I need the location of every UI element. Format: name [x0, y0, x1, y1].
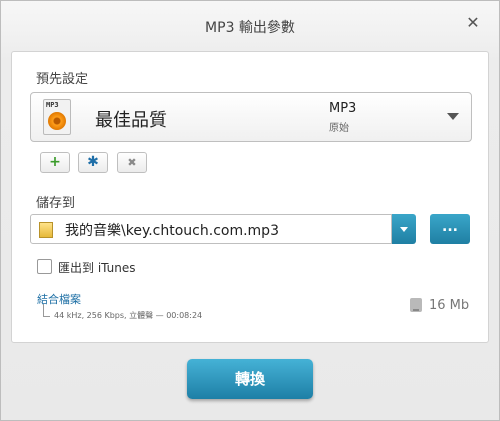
itunes-label: 匯出到 iTunes	[58, 261, 136, 275]
save-path-field[interactable]: 我的音樂\key.chtouch.com.mp3	[30, 214, 392, 244]
dialog-window: MP3 輸出參數 ✕ 預先設定 MP3 最佳品質 MP3 原始 + ✱ ✖ 儲存…	[0, 0, 500, 421]
browse-button[interactable]: ...	[430, 214, 470, 244]
title-bar: MP3 輸出參數 ✕	[1, 1, 499, 49]
folder-icon	[39, 222, 53, 238]
chevron-down-icon	[400, 227, 408, 232]
close-icon[interactable]: ✕	[463, 13, 483, 33]
tree-connector	[43, 304, 50, 317]
itunes-checkbox[interactable]	[37, 259, 52, 274]
add-preset-button[interactable]: +	[40, 152, 70, 173]
save-section-label: 儲存到	[36, 196, 76, 211]
hdd-icon	[410, 298, 422, 312]
preset-name: 最佳品質	[95, 110, 167, 131]
preset-section-label: 預先設定	[36, 72, 89, 87]
preset-subtitle: 原始	[329, 123, 349, 134]
audio-meta-info: 44 kHz, 256 Kbps, 立體聲 — 00:08:24	[54, 311, 203, 320]
output-size: 16 Mb	[429, 298, 470, 313]
preset-format: MP3	[329, 101, 357, 116]
disc-icon	[48, 112, 66, 130]
preset-settings-button[interactable]: ✱	[78, 152, 108, 173]
delete-preset-button[interactable]: ✖	[117, 152, 147, 173]
save-path-dropdown-button[interactable]	[392, 214, 416, 244]
settings-panel: 預先設定 MP3 最佳品質 MP3 原始 + ✱ ✖ 儲存到 我的音樂\key.…	[11, 51, 489, 343]
mp3-icon-tag: MP3	[46, 101, 59, 109]
convert-button[interactable]: 轉換	[187, 359, 313, 399]
preset-dropdown[interactable]: MP3 最佳品質 MP3 原始	[30, 92, 472, 142]
mp3-file-icon: MP3	[43, 99, 71, 135]
window-title: MP3 輸出參數	[205, 20, 295, 36]
chevron-down-icon	[447, 113, 459, 120]
save-path-value: 我的音樂\key.chtouch.com.mp3	[65, 223, 279, 239]
